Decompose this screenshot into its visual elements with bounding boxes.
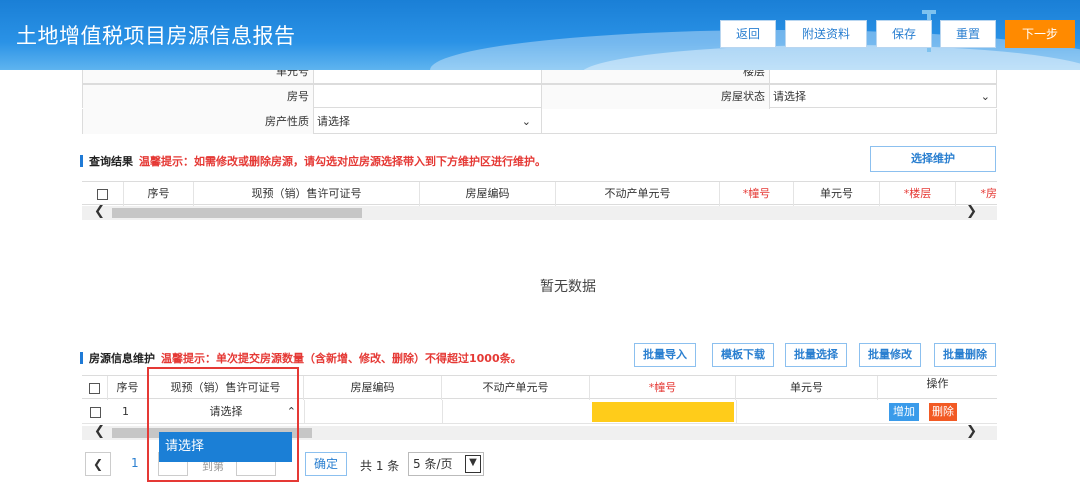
property-nature-select[interactable]: 请选择 ⌄ — [313, 109, 541, 134]
query-scrollbar[interactable]: ❮ ❯ — [82, 204, 997, 220]
section-marker — [80, 155, 83, 167]
property-nature-label: 房产性质 — [83, 109, 313, 134]
empty-state-text: 暂无数据 — [540, 279, 596, 295]
building-no-input[interactable] — [592, 402, 734, 422]
chevron-down-icon: ⌄ — [980, 90, 990, 103]
form-row-property: 房产性质 请选择 ⌄ — [82, 109, 997, 134]
unit-no-input[interactable] — [313, 70, 541, 83]
room-no-label: 房号 — [83, 85, 313, 109]
header-decoration — [922, 10, 936, 14]
row-checkbox-cell — [90, 405, 101, 418]
col-property-unit-no: 不动产单元号 — [442, 376, 590, 400]
query-result-title: 查询结果 — [89, 155, 133, 168]
col-property-unit-no: 不动产单元号 — [556, 182, 720, 206]
select-maintain-button[interactable]: 选择维护 — [870, 146, 996, 172]
row-checkbox[interactable] — [90, 406, 101, 418]
col-index: 序号 — [108, 376, 148, 400]
total-count: 共 1 条 — [360, 459, 400, 473]
query-result-heading: 查询结果 温馨提示：如需修改或删除房源，请勾选对应房源选择带入到下方维护区进行维护… — [80, 153, 546, 169]
prev-page-button[interactable]: ❮ — [85, 452, 111, 476]
col-room: *房 — [980, 187, 998, 200]
col-house-code: 房屋编码 — [304, 376, 442, 400]
col-index: 序号 — [124, 182, 194, 206]
form-row-unit: 单元号 楼层 — [82, 70, 997, 84]
house-status-select[interactable]: 请选择 ⌄ — [769, 85, 998, 109]
delete-row-button[interactable]: 删除 — [929, 403, 957, 421]
col-floor: *楼层 — [880, 182, 956, 206]
property-nature-value: 请选择 — [317, 115, 350, 128]
back-button[interactable]: 返回 — [720, 20, 776, 48]
page-size-select[interactable]: 5 条/页 ▼ — [408, 452, 484, 476]
template-download-button[interactable]: 模板下载 — [712, 343, 774, 367]
query-grid-header: 序号 现预（销）售许可证号 房屋编码 不动产单元号 *幢号 单元号 *楼层 *房 — [82, 181, 998, 206]
select-all-checkbox-cell — [82, 182, 124, 206]
room-no-input[interactable] — [313, 85, 541, 109]
row-index: 1 — [122, 405, 129, 418]
floor-input[interactable] — [769, 70, 996, 83]
house-code-input[interactable] — [304, 400, 442, 424]
select-all-checkbox[interactable] — [97, 188, 108, 200]
scroll-left-icon[interactable]: ❮ — [94, 424, 105, 439]
chevron-left-icon: ❮ — [92, 457, 104, 471]
chevron-down-icon: ⌄ — [521, 115, 531, 128]
scroll-right-icon[interactable]: ❯ — [966, 424, 977, 439]
unit-no-label: 单元号 — [83, 70, 313, 83]
select-all-checkbox-cell — [82, 376, 108, 400]
floor-label: 楼层 — [541, 70, 769, 83]
maintenance-heading: 房源信息维护 温馨提示：单次提交房源数量（含新增、修改、删除）不得超过1000条。 — [80, 350, 522, 366]
house-status-value: 请选择 — [773, 90, 806, 103]
empty-cell — [541, 109, 998, 134]
batch-delete-button[interactable]: 批量删除 — [934, 343, 996, 367]
maintenance-title: 房源信息维护 — [89, 352, 155, 365]
batch-edit-button[interactable]: 批量修改 — [859, 343, 921, 367]
select-all-checkbox[interactable] — [89, 382, 100, 394]
scroll-right-icon[interactable]: ❯ — [966, 204, 977, 219]
page-header: 土地增值税项目房源信息报告 返回 附送资料 保存 重置 下一步 — [0, 0, 1080, 70]
scroll-thumb[interactable] — [112, 208, 362, 218]
unit-no-input[interactable] — [736, 400, 878, 424]
query-result-tip: 温馨提示：如需修改或删除房源，请勾选对应房源选择带入到下方维护区进行维护。 — [139, 155, 546, 168]
add-row-button[interactable]: 增加 — [889, 403, 919, 421]
col-building-no: *幢号 — [720, 182, 794, 206]
col-unit-no: 单元号 — [794, 182, 880, 206]
save-button[interactable]: 保存 — [876, 20, 932, 48]
page-title: 土地增值税项目房源信息报告 — [16, 24, 296, 48]
reset-button[interactable]: 重置 — [940, 20, 996, 48]
highlight-box — [147, 367, 299, 482]
col-unit-no: 单元号 — [736, 376, 878, 400]
house-status-label: 房屋状态 — [541, 85, 769, 109]
col-permit-no: 现预（销）售许可证号 — [194, 182, 420, 206]
col-actions: 操作 — [926, 377, 949, 390]
chevron-down-icon: ▼ — [465, 455, 481, 473]
permit-dropdown-option[interactable]: 请选择 — [159, 432, 292, 462]
property-unit-input[interactable] — [442, 400, 590, 424]
maintenance-tip: 温馨提示：单次提交房源数量（含新增、修改、删除）不得超过1000条。 — [161, 352, 522, 365]
page-size-value: 5 条/页 — [413, 457, 453, 471]
section-marker — [80, 352, 83, 364]
confirm-page-button[interactable]: 确定 — [305, 452, 347, 476]
col-building-no: *幢号 — [590, 376, 736, 400]
batch-select-button[interactable]: 批量选择 — [785, 343, 847, 367]
batch-import-button[interactable]: 批量导入 — [634, 343, 696, 367]
current-page[interactable]: 1 — [131, 456, 139, 470]
next-step-button[interactable]: 下一步 — [1005, 20, 1075, 48]
attach-materials-button[interactable]: 附送资料 — [785, 20, 867, 48]
scroll-left-icon[interactable]: ❮ — [94, 204, 105, 219]
col-house-code: 房屋编码 — [420, 182, 556, 206]
form-row-room: 房号 房屋状态 请选择 ⌄ — [82, 84, 998, 109]
